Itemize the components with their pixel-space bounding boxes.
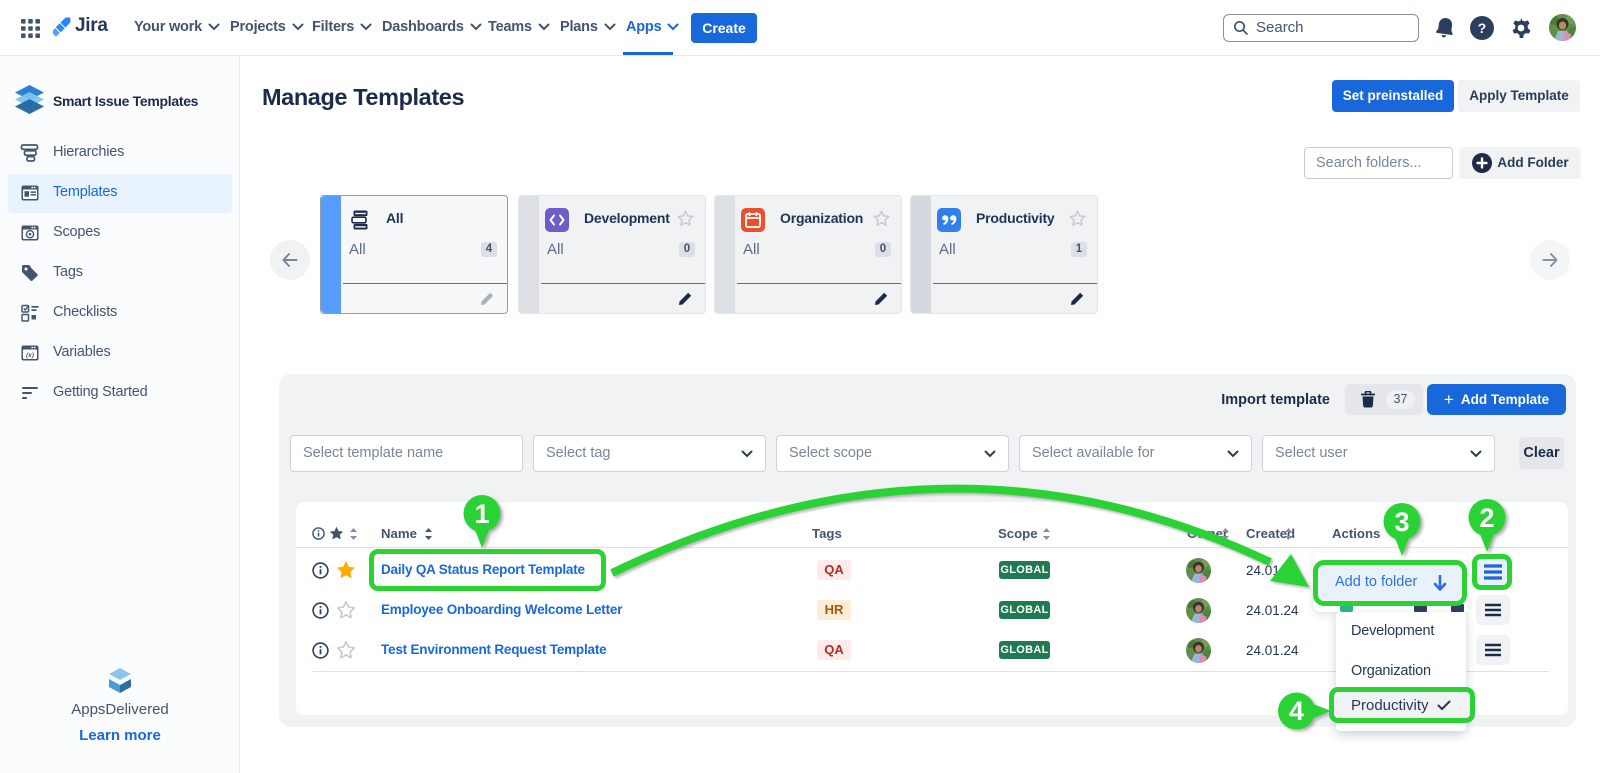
svg-text:2: 2 <box>1479 503 1494 533</box>
svg-text:4: 4 <box>1289 696 1304 726</box>
svg-text:1: 1 <box>474 499 489 529</box>
svg-text:3: 3 <box>1394 507 1409 537</box>
svg-text:?: ? <box>1478 20 1487 36</box>
svg-text:(x): (x) <box>26 352 34 359</box>
